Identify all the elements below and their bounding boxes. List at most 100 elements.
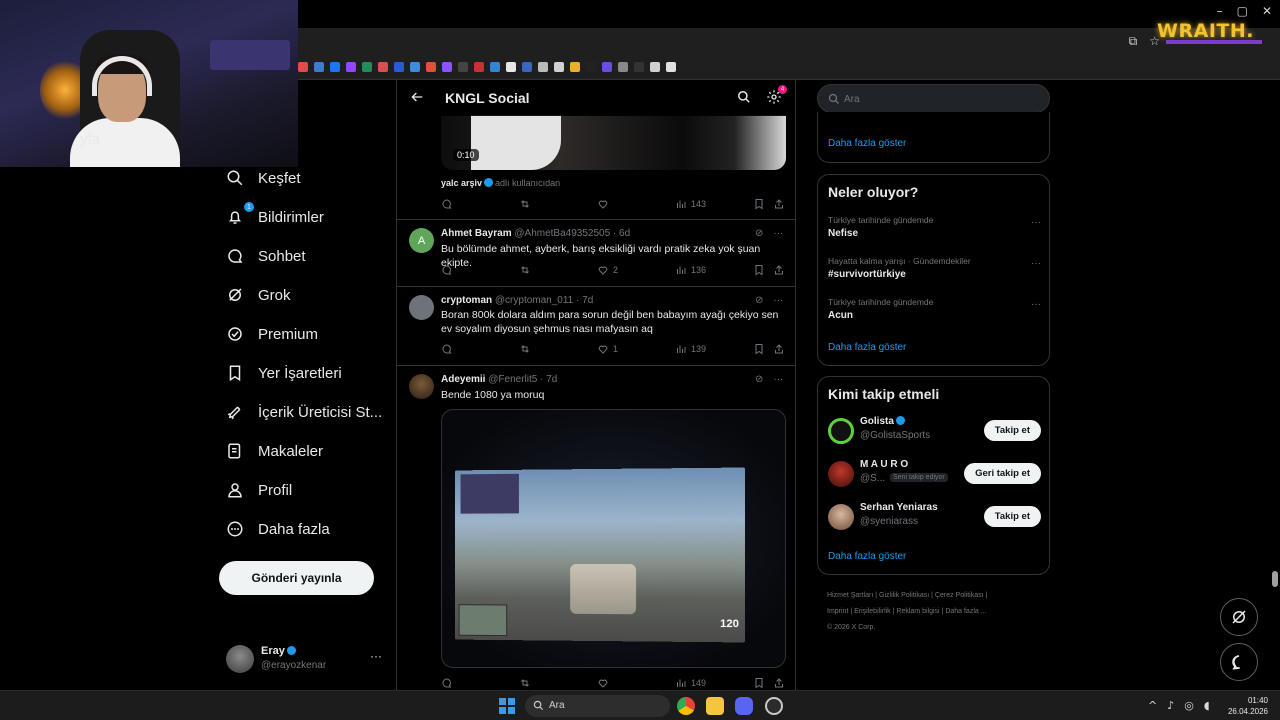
bookmark-icon[interactable] [753,198,765,210]
app-icon[interactable] [765,697,783,715]
bookmark-favicon-icon[interactable] [458,61,468,72]
views-stat[interactable]: 136 [675,264,706,276]
trend-item[interactable]: Türkiye tarihinde gündemde Nefise ··· [828,215,1041,245]
bookmark-icon[interactable] [753,343,765,355]
like-stat[interactable]: 1 [597,343,618,355]
search-icon[interactable] [737,90,751,104]
nav-item-explore[interactable]: Keşfet [226,169,301,187]
show-more-link[interactable]: Daha fazla göster [828,551,906,562]
share-icon[interactable] [773,343,785,355]
nav-item-chat[interactable]: Sohbet [226,247,306,265]
nav-home-label[interactable]: yfa [80,131,100,148]
more-icon[interactable]: ··· [1031,299,1041,310]
like-stat[interactable]: 2 [597,264,618,276]
account-switcher[interactable]: Eray @erayozkenar ··· [226,643,386,675]
footer-link[interactable]: Gizlilik Politikası [879,592,929,599]
follow-suggestion[interactable]: M A U R O @S... Seni takip ediyor Geri t… [828,459,1041,491]
network-icon[interactable]: ◎ [1184,699,1194,712]
post-button[interactable]: Gönderi yayınla [219,561,374,595]
system-clock[interactable]: 01:40 26.04.2026 [1226,695,1268,717]
chevron-up-icon[interactable]: ^ [1148,699,1157,712]
nav-item-grok[interactable]: Grok [226,286,291,304]
bookmark-icon[interactable] [753,264,765,276]
bookmark-favicon-icon[interactable] [506,61,516,72]
footer-link[interactable]: Erişilebilirlik [854,608,891,615]
post-author[interactable]: Adeyemii [441,374,485,385]
bookmark-favicon-icon[interactable] [554,61,564,72]
bookmark-favicon-icon[interactable] [362,61,372,72]
more-icon[interactable]: ··· [1031,258,1041,269]
avatar[interactable] [828,461,854,487]
grok-icon[interactable]: ⊘ [755,374,763,385]
search-field[interactable] [817,84,1050,113]
show-more-link[interactable]: Daha fazla göster [828,342,906,353]
views-stat[interactable]: 139 [675,343,706,355]
bookmark-favicon-icon[interactable] [394,61,404,72]
avatar[interactable] [409,374,434,399]
bookmark-favicon-icon[interactable] [570,61,580,72]
repost-icon[interactable] [519,198,531,210]
nav-item-articles[interactable]: Makaleler [226,442,323,460]
footer-link[interactable]: Reklam bilgisi [896,608,939,615]
maximize-icon[interactable]: ▢ [1237,4,1248,18]
taskbar-search[interactable]: Ara [525,695,670,717]
bookmark-favicon-icon[interactable] [522,61,532,72]
video-attribution[interactable]: yalc arşiv adlı kullanıcıdan [441,178,560,188]
post-author[interactable]: Ahmet Bayram [441,228,512,239]
bookmark-favicon-icon[interactable] [378,61,388,72]
trend-item[interactable]: Türkiye tarihinde gündemde Acun ··· [828,297,1041,327]
bookmark-favicon-icon[interactable] [634,61,644,72]
messages-floating-button[interactable] [1220,643,1258,681]
bookmark-favicon-icon[interactable] [490,61,500,72]
bookmark-favicon-icon[interactable] [666,61,676,72]
bookmark-favicon-icon[interactable] [426,61,436,72]
like-icon[interactable] [597,198,609,210]
more-icon[interactable]: ··· [773,228,783,239]
share-icon[interactable] [773,198,785,210]
volume-icon[interactable]: ◖ [1204,699,1210,712]
footer-link[interactable]: Çerez Politikası [935,592,984,599]
scrollbar[interactable] [1272,571,1278,587]
show-more-link[interactable]: Daha fazla göster [828,138,906,149]
bookmark-favicon-icon[interactable] [314,61,324,72]
more-icon[interactable]: ··· [370,649,382,663]
reply-icon[interactable] [441,343,453,355]
reply-icon[interactable] [441,264,453,276]
follow-back-button[interactable]: Geri takip et [964,463,1041,484]
nav-item-creator-studio[interactable]: İçerik Üreticisi St... [226,403,382,421]
bookmark-favicon-icon[interactable] [298,61,308,72]
nav-item-notifications[interactable]: 1 Bildirimler [226,202,324,226]
repost-icon[interactable] [519,343,531,355]
like-icon[interactable] [597,677,609,689]
avatar[interactable] [828,418,854,444]
address-bar[interactable]: ⧉ ☆ [298,28,1280,54]
close-icon[interactable]: ✕ [1262,4,1272,18]
bookmark-favicon-icon[interactable] [474,61,484,72]
more-icon[interactable]: ··· [773,374,783,385]
minimize-icon[interactable]: – [1217,4,1223,18]
bookmark-icon[interactable] [753,677,765,689]
avatar[interactable] [409,295,434,320]
microphone-icon[interactable]: ♪ [1167,699,1174,712]
bookmark-favicon-icon[interactable] [650,61,660,72]
more-icon[interactable]: ··· [1031,217,1041,228]
post-image[interactable]: 120 [441,409,786,668]
share-icon[interactable] [773,677,785,689]
reply-icon[interactable] [441,198,453,210]
windows-start-icon[interactable] [499,698,515,714]
bookmark-favicon-icon[interactable] [410,61,420,72]
nav-item-bookmarks[interactable]: Yer İşaretleri [226,364,342,382]
views-stat[interactable]: 143 [675,198,706,210]
cast-icon[interactable]: ⧉ [1129,34,1138,49]
grok-icon[interactable]: ⊘ [755,295,763,306]
back-arrow-icon[interactable] [409,89,425,105]
post-author[interactable]: cryptoman [441,295,492,306]
follow-suggestion[interactable]: Serhan Yeniaras @syeniarass Takip et [828,502,1041,534]
bookmark-favicon-icon[interactable] [586,61,596,72]
bookmark-favicon-icon[interactable] [330,61,340,72]
trend-item[interactable]: Hayatta kalma yarışı · Gündemdekiler #su… [828,256,1041,286]
folder-icon[interactable] [706,697,724,715]
nav-item-premium[interactable]: Premium [226,325,318,343]
bookmark-favicon-icon[interactable] [346,61,356,72]
bookmark-favicon-icon[interactable] [442,61,452,72]
